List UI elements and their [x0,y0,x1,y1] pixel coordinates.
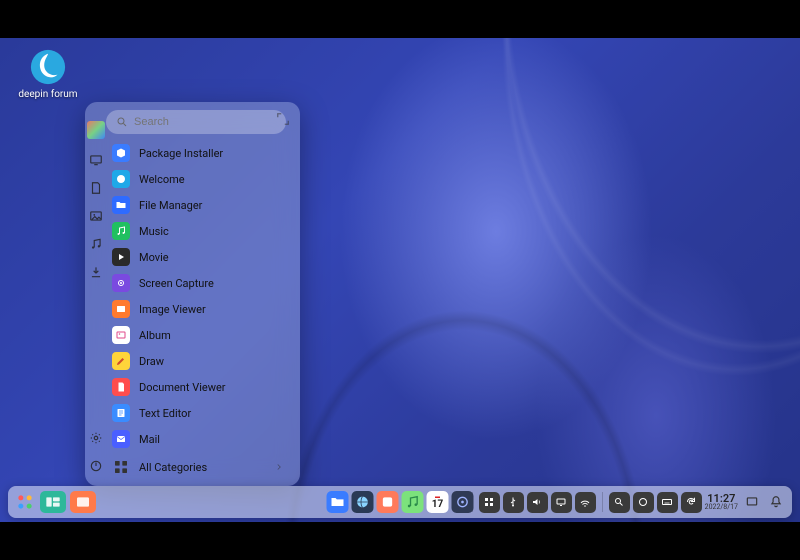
launcher-expand-button[interactable] [276,112,290,126]
launcher-side-power-icon[interactable] [89,459,103,473]
launcher-app-text-editor[interactable]: Text Editor [106,400,290,426]
launcher-side-image-icon[interactable] [89,209,103,223]
launcher-app-label: Screen Capture [139,277,214,290]
launcher-app-label: Album [139,329,171,342]
dock-clock[interactable]: 11:27 2022/8/17 [705,493,738,511]
dock-app-music[interactable] [402,491,424,513]
tray-volume-icon[interactable] [527,492,548,513]
dock-divider [602,492,603,512]
launcher-sidebar [85,110,106,480]
launcher-side-home-icon[interactable] [87,121,105,139]
welcome-icon [112,170,130,188]
desktop-shortcut-label: deepin forum [18,89,78,100]
clock-date: 2022/8/17 [705,504,738,511]
album-icon [112,326,130,344]
draw-icon [112,352,130,370]
search-icon [116,116,128,128]
tray-display-icon[interactable] [551,492,572,513]
launcher-app-draw[interactable]: Draw [106,348,290,374]
launcher-app-mail[interactable]: Mail [106,426,290,452]
launcher-app-screen-capture[interactable]: Screen Capture [106,270,290,296]
music-icon [112,222,130,240]
movie-icon [112,248,130,266]
launcher-side-download-icon[interactable] [89,265,103,279]
document-viewer-icon [112,378,130,396]
file-manager-icon [112,196,130,214]
mail-icon [112,430,130,448]
all-categories-icon [112,458,130,476]
launcher-side-music-icon[interactable] [89,237,103,251]
launcher-app-label: Package Installer [139,147,223,160]
desktop-wallpaper: deepin forum [0,38,800,522]
launcher-side-document-icon[interactable] [89,181,103,195]
launcher-app-file-manager[interactable]: File Manager [106,192,290,218]
image-viewer-icon [112,300,130,318]
tray-keyboard-icon[interactable] [657,492,678,513]
screen-capture-icon [112,274,130,292]
tray-search-icon[interactable] [609,492,630,513]
launcher-app-document-viewer[interactable]: Document Viewer [106,374,290,400]
launcher-app-label: Image Viewer [139,303,206,316]
launcher-app-music[interactable]: Music [106,218,290,244]
launcher-app-package-installer[interactable]: Package Installer [106,140,290,166]
notifications-icon[interactable] [765,492,786,513]
launcher-app-label: Text Editor [139,407,191,420]
launcher-side-settings-icon[interactable] [89,431,103,445]
launcher-app-label: File Manager [139,199,202,212]
desktop-toggle-icon[interactable] [741,492,762,513]
text-editor-icon [112,404,130,422]
launcher-app-label: Movie [139,251,169,264]
launcher-side-monitor-icon[interactable] [89,153,103,167]
launcher-app-welcome[interactable]: Welcome [106,166,290,192]
search-input[interactable] [134,116,276,128]
dock-app-app-store[interactable] [377,491,399,513]
dock-app-file-manager[interactable] [327,491,349,513]
launcher-app-label: Welcome [139,173,185,186]
chevron-right-icon [274,462,284,472]
launcher-app-label: Mail [139,433,160,446]
deepin-logo-icon [29,48,67,86]
dock: ▬17 11:27 2022/8/17 [8,486,792,518]
tray-refresh-icon[interactable] [681,492,702,513]
dock-app-browser[interactable] [352,491,374,513]
launcher-app-list: Package Installer Welcome File Manager Musi… [106,140,290,452]
search-box[interactable] [106,110,286,134]
package-installer-icon [112,144,130,162]
desktop-shortcut-deepin-forum[interactable]: deepin forum [18,48,78,100]
tray-network-icon[interactable] [575,492,596,513]
launcher-app-label: Draw [139,355,164,368]
launcher-app-label: Music [139,225,169,238]
tray-circle-icon[interactable] [633,492,654,513]
dock-launcher-button[interactable] [14,491,36,513]
launcher-app-movie[interactable]: Movie [106,244,290,270]
tray-grid-icon[interactable] [479,492,500,513]
dock-app-control-center[interactable] [452,491,474,513]
launcher-app-album[interactable]: Album [106,322,290,348]
dock-multitask-button[interactable] [40,491,66,513]
launcher-all-categories[interactable]: All Categories [106,454,290,480]
launcher-app-image-viewer[interactable]: Image Viewer [106,296,290,322]
tray-usb-icon[interactable] [503,492,524,513]
dock-app-calendar[interactable]: ▬17 [427,491,449,513]
launcher-app-label: Document Viewer [139,381,226,394]
all-categories-label: All Categories [139,461,207,474]
launcher-panel: Package Installer Welcome File Manager Musi… [85,102,300,486]
dock-workspace-button[interactable] [70,491,96,513]
